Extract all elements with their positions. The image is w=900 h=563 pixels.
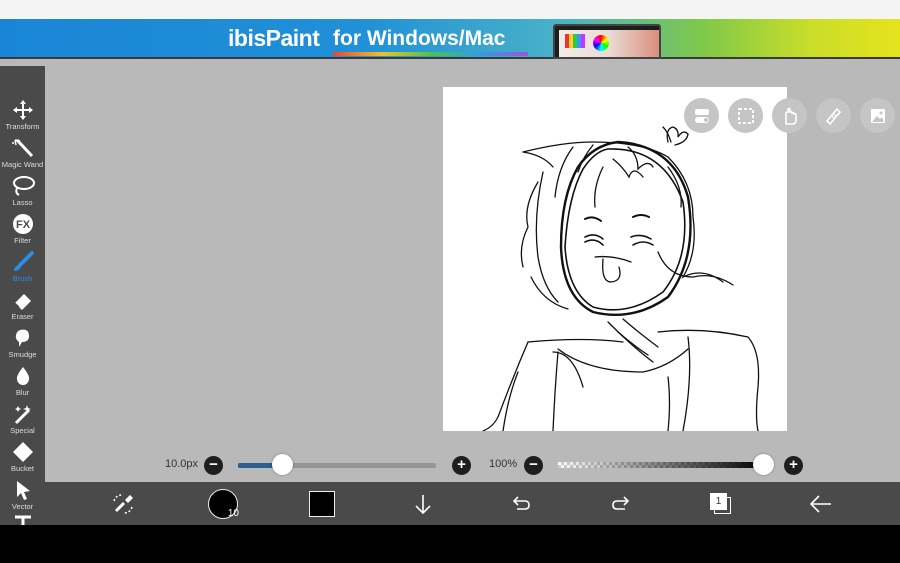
eraser-icon [14, 294, 31, 310]
opacity-label: 100% [489, 458, 518, 470]
color-swatch [309, 490, 335, 517]
ad-laptop-image [553, 24, 661, 59]
bucket-icon [12, 442, 33, 462]
current-color-button[interactable] [307, 482, 337, 525]
brush-size-knob[interactable] [271, 454, 293, 475]
dashed-selection-icon [737, 107, 754, 124]
tool-filter[interactable]: FX Filter [0, 210, 45, 248]
text-icon [14, 515, 31, 525]
tool-switch-button[interactable] [105, 482, 141, 525]
opacity-slider[interactable] [558, 462, 766, 468]
lasso-icon [12, 176, 35, 196]
opacity-decrease-button[interactable]: − [524, 456, 543, 475]
smudge-icon [15, 329, 29, 347]
ibispaint-app: ibisPaint for Windows/Mac Transform Magi… [0, 0, 900, 563]
tool-label: Bucket [11, 464, 34, 473]
tool-brush[interactable]: Brush [0, 248, 45, 286]
tool-label: Smudge [8, 350, 37, 359]
ad-text: for Windows/Mac [333, 27, 506, 50]
ad-logo: ibisPaint [228, 25, 320, 51]
layer-count: 1 [710, 492, 727, 510]
tool-label: Eraser [11, 312, 34, 321]
tool-label: Brush [12, 274, 33, 283]
ruler-icon [825, 107, 841, 125]
cursor-icon [16, 481, 30, 500]
brush-size-label: 10.0px [165, 458, 199, 470]
brush-color-button[interactable]: 10 [203, 482, 243, 525]
tool-panel: Transform Magic Wand Lasso FX Filter Bru… [0, 66, 45, 525]
tool-label: Magic Wand [1, 160, 44, 169]
arrow-down-icon [415, 494, 431, 514]
opacity-increase-button[interactable]: + [784, 456, 803, 475]
layer-toggle-button[interactable] [684, 98, 719, 133]
ruler-button[interactable] [816, 98, 851, 133]
image-icon [870, 108, 885, 123]
drawing-canvas[interactable] [443, 87, 787, 431]
system-bar [0, 525, 900, 563]
brush-preview-circle: 10 [208, 488, 239, 519]
brush-size-badge: 10 [227, 507, 239, 519]
tool-lasso[interactable]: Lasso [0, 172, 45, 210]
drop-icon [16, 367, 29, 385]
tool-label: Filter [14, 236, 31, 245]
opacity-knob[interactable] [753, 454, 774, 475]
ad-banner[interactable]: ibisPaint for Windows/Mac [0, 19, 900, 59]
tool-special[interactable]: Special [0, 400, 45, 438]
ad-underline [333, 52, 528, 56]
arrow-left-icon [809, 494, 831, 513]
brush-size-slider[interactable] [238, 463, 436, 468]
selection-button[interactable] [728, 98, 763, 133]
fx-icon: FX [12, 214, 33, 234]
redo-icon [612, 495, 630, 510]
tool-label: Special [10, 426, 35, 435]
back-button[interactable] [807, 482, 835, 525]
special-sparkle-icon [14, 405, 31, 425]
move-arrows-icon [12, 100, 33, 120]
tool-eraser[interactable]: Eraser [0, 286, 45, 324]
tool-smudge[interactable]: Smudge [0, 324, 45, 362]
toggle-layers-icon [694, 108, 709, 123]
svg-text:FX: FX [15, 219, 30, 231]
redo-button[interactable] [607, 482, 635, 525]
reference-image-button[interactable] [860, 98, 895, 133]
sketch-drawing [482, 126, 760, 431]
tool-vector[interactable]: Vector [0, 476, 45, 514]
brush-size-decrease-button[interactable]: − [204, 456, 223, 475]
undo-icon [512, 495, 530, 510]
tool-transform[interactable]: Transform [0, 96, 45, 134]
tool-bucket[interactable]: Bucket [0, 438, 45, 476]
tool-label: Blur [15, 388, 30, 397]
tool-magic-wand[interactable]: Magic Wand [0, 134, 45, 172]
brush-icon [13, 251, 34, 271]
status-strip [0, 0, 900, 19]
layers-button[interactable]: 1 [707, 482, 735, 525]
brush-eraser-switch-icon [113, 493, 133, 514]
undo-button[interactable] [507, 482, 535, 525]
tool-blur[interactable]: Blur [0, 362, 45, 400]
magic-wand-icon [11, 138, 33, 158]
layers-icon: 1 [710, 492, 732, 515]
tool-text[interactable] [0, 510, 45, 525]
hand-icon [784, 107, 797, 125]
tool-label: Transform [5, 122, 40, 131]
hand-tool-button[interactable] [772, 98, 807, 133]
bottom-toolbar: 10 1 [45, 482, 900, 525]
download-button[interactable] [409, 482, 437, 525]
tool-label: Lasso [12, 198, 33, 207]
brush-size-increase-button[interactable]: + [452, 456, 471, 475]
